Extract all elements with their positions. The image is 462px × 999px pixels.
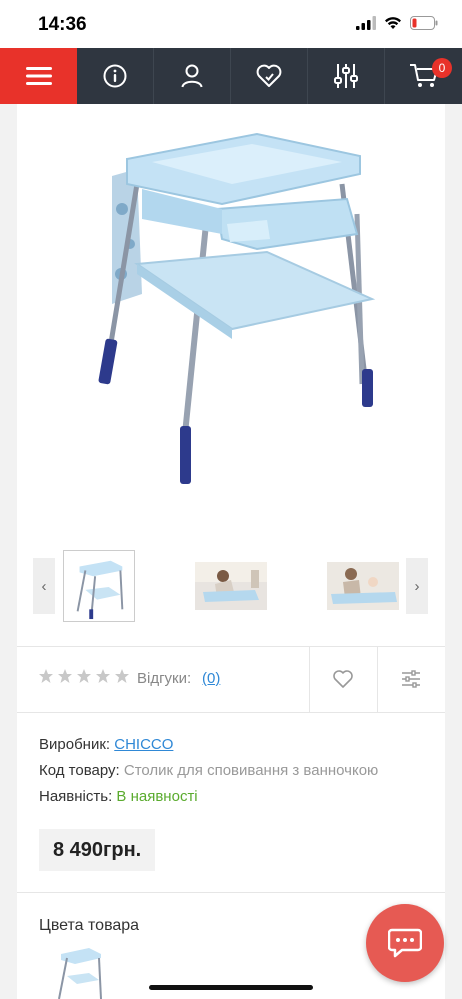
availability-value: В наявності: [116, 788, 198, 805]
reviews-label: Відгуки:: [137, 670, 192, 687]
compare-icon: [402, 670, 420, 688]
product-code-row: Код товару: Столик для сповивання з ванн…: [39, 762, 378, 779]
star-icon: [39, 669, 53, 683]
reviews-count-link[interactable]: (0): [202, 670, 220, 687]
heart-icon: [256, 64, 282, 87]
availability-row: Наявність: В наявності: [39, 788, 198, 805]
star-icon: [96, 669, 110, 683]
info-button[interactable]: [77, 48, 154, 104]
menu-icon: [25, 67, 52, 85]
signal-icon: [356, 16, 376, 30]
product-price: 8 490грн.: [39, 829, 156, 871]
account-button[interactable]: [154, 48, 231, 104]
wifi-icon: [385, 17, 401, 29]
thumbnail-carousel: ‹ ›: [17, 550, 445, 626]
manufacturer-link[interactable]: CHICCO: [114, 736, 173, 753]
chat-button[interactable]: [366, 904, 444, 982]
manufacturer-row: Виробник: CHICCO: [39, 736, 173, 753]
cart-button[interactable]: 0: [385, 48, 462, 104]
divider: [17, 712, 445, 713]
availability-label: Наявність:: [39, 788, 113, 805]
menu-button[interactable]: [0, 48, 77, 104]
thumbnail-2[interactable]: [195, 562, 267, 610]
chat-icon: [388, 928, 422, 958]
heart-icon: [333, 670, 353, 688]
product-card: ‹ › Відгуки: (0) Виробник: CHICCO Код то…: [17, 104, 445, 999]
status-bar: 14:36: [0, 0, 462, 48]
thumbnail-1[interactable]: [63, 550, 135, 622]
thumbnail-prev-button[interactable]: ‹: [33, 558, 55, 614]
color-variant-thumbnail[interactable]: [49, 942, 111, 999]
add-to-wishlist-button[interactable]: [310, 646, 376, 712]
product-code-label: Код товару:: [39, 762, 120, 779]
filters-icon: [334, 64, 358, 88]
product-colors-title: Цвета товара: [39, 917, 140, 934]
top-nav: 0: [0, 48, 462, 104]
star-icon: [115, 669, 129, 683]
add-to-compare-button[interactable]: [378, 646, 444, 712]
status-time: 14:36: [38, 14, 87, 35]
filters-button[interactable]: [308, 48, 385, 104]
thumbnail-3[interactable]: [327, 562, 399, 610]
battery-icon: [410, 16, 438, 30]
divider: [17, 892, 445, 893]
rating-stars: [38, 668, 130, 684]
product-code-value: Столик для сповивання з ванночкою: [123, 762, 379, 779]
home-indicator[interactable]: [149, 985, 313, 990]
wishlist-button[interactable]: [231, 48, 308, 104]
rating-row: Відгуки: (0): [17, 646, 445, 712]
info-icon: [103, 64, 127, 88]
star-icon: [58, 669, 72, 683]
user-icon: [181, 64, 203, 88]
thumbnail-next-button[interactable]: ›: [406, 558, 428, 614]
product-main-image[interactable]: [42, 114, 422, 499]
manufacturer-label: Виробник:: [39, 736, 111, 753]
cart-count-badge: 0: [432, 58, 452, 78]
status-icons: [356, 16, 438, 30]
star-icon: [77, 669, 91, 683]
